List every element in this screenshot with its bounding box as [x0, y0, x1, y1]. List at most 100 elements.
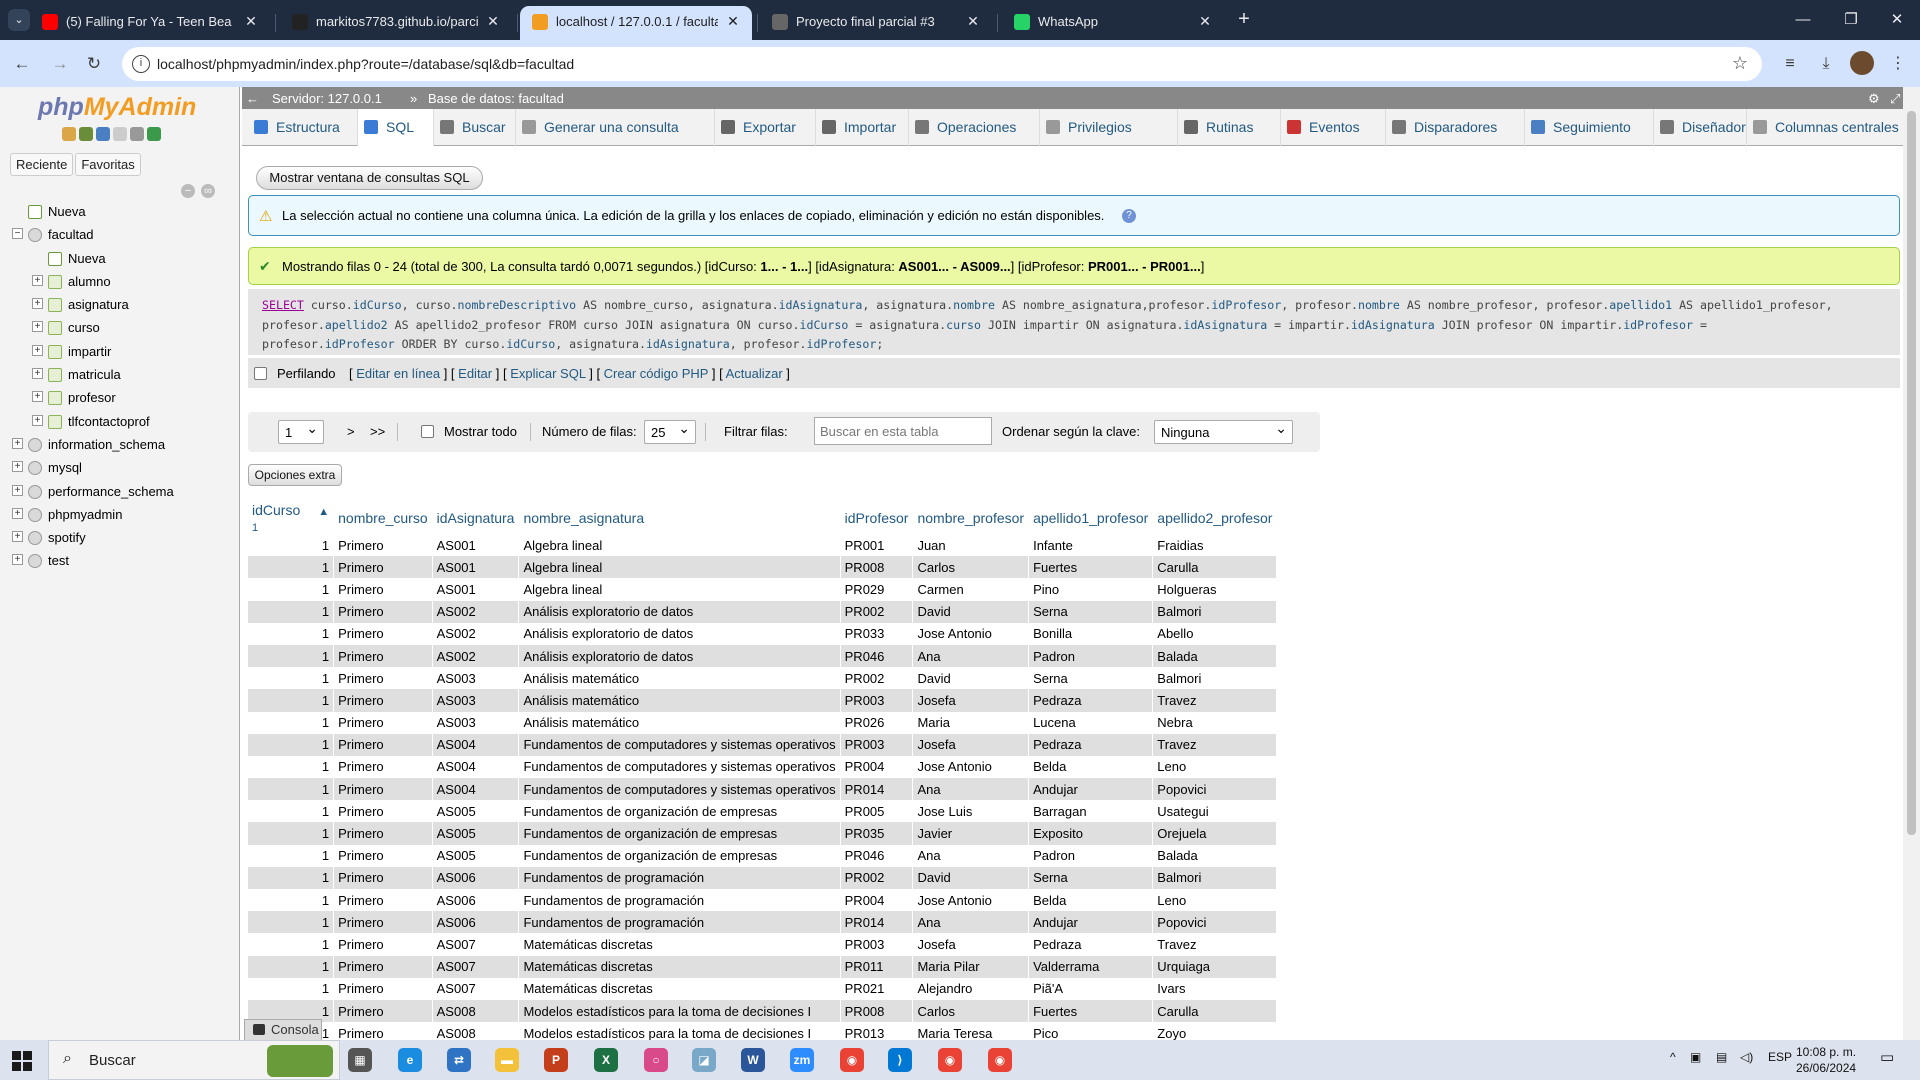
sql-keyword[interactable]: SELECT [262, 298, 304, 312]
table-row[interactable]: 1 Primero AS002 Análisis exploratorio de da… [248, 622, 1278, 645]
expand-icon[interactable]: − [12, 228, 23, 240]
tree-item-Nueva[interactable]: Nueva [0, 248, 240, 271]
tab-close-icon[interactable]: ✕ [724, 12, 742, 30]
page-scrollbar[interactable] [1903, 87, 1920, 1040]
table-row[interactable]: 1 Primero AS002 Análisis exploratorio de da… [248, 600, 1278, 623]
menu-tab-4[interactable]: Generar una consulta [516, 109, 715, 146]
tree-item-phpmyadmin[interactable]: + phpmyadmin [0, 504, 240, 527]
next-page-button[interactable]: > [347, 424, 355, 439]
extra-options-button[interactable]: Opciones extra [248, 464, 342, 486]
tree-item-label[interactable]: spotify [48, 530, 86, 545]
tree-item-label[interactable]: phpmyadmin [48, 507, 122, 522]
table-row[interactable]: 1 Primero AS005 Fundamentos de organización… [248, 800, 1278, 823]
column-header-label[interactable]: idAsignatura [437, 510, 515, 526]
column-header-nombre-profesor[interactable]: nombre_profesor [912, 502, 1030, 534]
recent-tab[interactable]: Reciente [10, 153, 74, 176]
menu-tab-1[interactable]: Estructura [248, 109, 358, 146]
browser-tab[interactable]: localhost / 127.0.0.1 / facultad | ✕ [520, 6, 752, 40]
table-row[interactable]: 1 Primero AS005 Fundamentos de organización… [248, 844, 1278, 867]
maximize-icon[interactable]: ⤢ [1890, 91, 1900, 107]
tree-item-label[interactable]: Nueva [48, 204, 86, 219]
site-info-icon[interactable]: i [132, 55, 150, 73]
column-header-apellido1-profesor[interactable]: apellido1_profesor [1028, 502, 1154, 534]
minimize-icon[interactable]: — [1780, 0, 1826, 40]
expand-icon[interactable]: + [12, 484, 23, 496]
tree-item-spotify[interactable]: + spotify [0, 527, 240, 550]
scrollbar-thumb[interactable] [1907, 111, 1916, 835]
table-row[interactable]: 1 Primero AS004 Fundamentos de computadores… [248, 733, 1278, 756]
reload-nav-icon[interactable] [147, 127, 161, 141]
table-row[interactable]: 1 Primero AS003 Análisis matemático PR026 Mar… [248, 711, 1278, 734]
table-row[interactable]: 1 Primero AS007 Matemáticas discretas PR003 J… [248, 933, 1278, 956]
clock[interactable]: 10:08 p. m. 26/06/2024 [1796, 1044, 1856, 1076]
back-icon[interactable]: ← [10, 52, 34, 76]
column-header-idProfesor[interactable]: idProfesor [840, 502, 914, 534]
tree-item-label[interactable]: alumno [68, 274, 111, 289]
table-row[interactable]: 1 Primero AS006 Fundamentos de programación… [248, 911, 1278, 934]
column-header-nombre-curso[interactable]: nombre_curso [333, 502, 433, 534]
zoom-icon[interactable]: zm [790, 1048, 814, 1072]
tree-item-label[interactable]: Nueva [68, 251, 106, 266]
column-header-label[interactable]: idCurso [252, 502, 300, 518]
tree-item-label[interactable]: tlfcontactoprof [68, 414, 150, 429]
query-link[interactable]: Editar [458, 366, 492, 381]
tree-item-curso[interactable]: + curso [0, 317, 240, 340]
table-row[interactable]: 1 Primero AS002 Análisis exploratorio de da… [248, 644, 1278, 668]
help-icon[interactable] [96, 127, 110, 141]
show-sql-window-button[interactable]: Mostrar ventana de consultas SQL [256, 166, 483, 190]
expand-icon[interactable]: + [32, 344, 43, 356]
help-doc-icon[interactable]: ? [1122, 209, 1136, 223]
expand-icon[interactable]: + [32, 298, 43, 310]
media-control-icon[interactable]: ≡ [1778, 52, 1802, 76]
expand-icon[interactable]: + [12, 531, 23, 543]
menu-tab-10[interactable]: Eventos [1281, 109, 1386, 146]
table-row[interactable]: 1 Primero AS001 Algebra lineal PR001 Juan Infa… [248, 534, 1278, 557]
table-row[interactable]: 1 Primero AS006 Fundamentos de programación… [248, 889, 1278, 912]
expand-icon[interactable]: + [12, 507, 23, 519]
favorites-tab[interactable]: Favoritas [75, 153, 141, 176]
menu-tab-14[interactable]: Columnas centrales [1747, 109, 1920, 146]
collapse-nav-icon[interactable]: ← [246, 91, 259, 106]
browser-tab[interactable]: markitos7783.github.io/parcial ✕ [280, 6, 512, 40]
notes-app-icon[interactable]: ◪ [692, 1048, 716, 1072]
tree-item-label[interactable]: mysql [48, 460, 82, 475]
tree-item-tlfcontactoprof[interactable]: + tlfcontactoprof [0, 411, 240, 434]
exit-icon[interactable] [79, 127, 93, 141]
expand-icon[interactable]: + [12, 554, 23, 566]
tree-item-facultad[interactable]: − facultad [0, 224, 240, 247]
windows-start-icon[interactable] [12, 1051, 32, 1071]
notifications-icon[interactable]: ▭ [1880, 1048, 1894, 1066]
menu-tab-2[interactable]: SQL [358, 109, 434, 146]
home-icon[interactable] [62, 127, 76, 141]
tree-item-label[interactable]: matricula [68, 367, 121, 382]
table-row[interactable]: 1 Primero AS001 Algebra lineal PR029 Carmen Pi… [248, 578, 1278, 601]
breadcrumb-server[interactable]: Servidor: 127.0.0.1 [272, 91, 382, 106]
chrome-icon[interactable]: ◉ [840, 1048, 864, 1072]
tree-item-label[interactable]: test [48, 553, 69, 568]
chrome-profile-icon[interactable]: ◉ [938, 1048, 962, 1072]
network-icon[interactable]: ▣ [1690, 1050, 1701, 1064]
breadcrumb-db[interactable]: Base de datos: facultad [428, 91, 564, 106]
menu-tab-12[interactable]: Seguimiento [1525, 109, 1654, 146]
link-with-main-icon[interactable]: ∞ [201, 184, 215, 198]
tree-item-information-schema[interactable]: + information_schema [0, 434, 240, 457]
table-row[interactable]: 1 Primero AS003 Análisis matemático PR003 Jos… [248, 689, 1278, 712]
tree-item-alumno[interactable]: + alumno [0, 271, 240, 294]
word-icon[interactable]: W [741, 1048, 765, 1072]
browser-menu-icon[interactable]: ⋮ [1886, 52, 1910, 76]
show-all-checkbox[interactable] [421, 425, 434, 438]
tree-item-mysql[interactable]: + mysql [0, 457, 240, 480]
phpmyadmin-logo[interactable]: phpMyAdmin [38, 93, 196, 122]
edge-icon[interactable]: e [398, 1048, 422, 1072]
tab-close-icon[interactable]: ✕ [484, 12, 502, 30]
query-link[interactable]: Actualizar [726, 366, 783, 381]
expand-icon[interactable]: + [12, 437, 23, 449]
table-row[interactable]: 1 Primero AS004 Fundamentos de computadores… [248, 778, 1278, 801]
excel-icon[interactable]: X [594, 1048, 618, 1072]
language-indicator[interactable]: ESP [1768, 1050, 1792, 1064]
close-window-icon[interactable]: ✕ [1874, 0, 1920, 40]
page-select[interactable]: 1 [278, 420, 324, 444]
bookmark-star-icon[interactable]: ☆ [1732, 53, 1748, 74]
tab-search-button[interactable]: ⌄ [8, 9, 30, 31]
tree-item-asignatura[interactable]: + asignatura [0, 294, 240, 317]
